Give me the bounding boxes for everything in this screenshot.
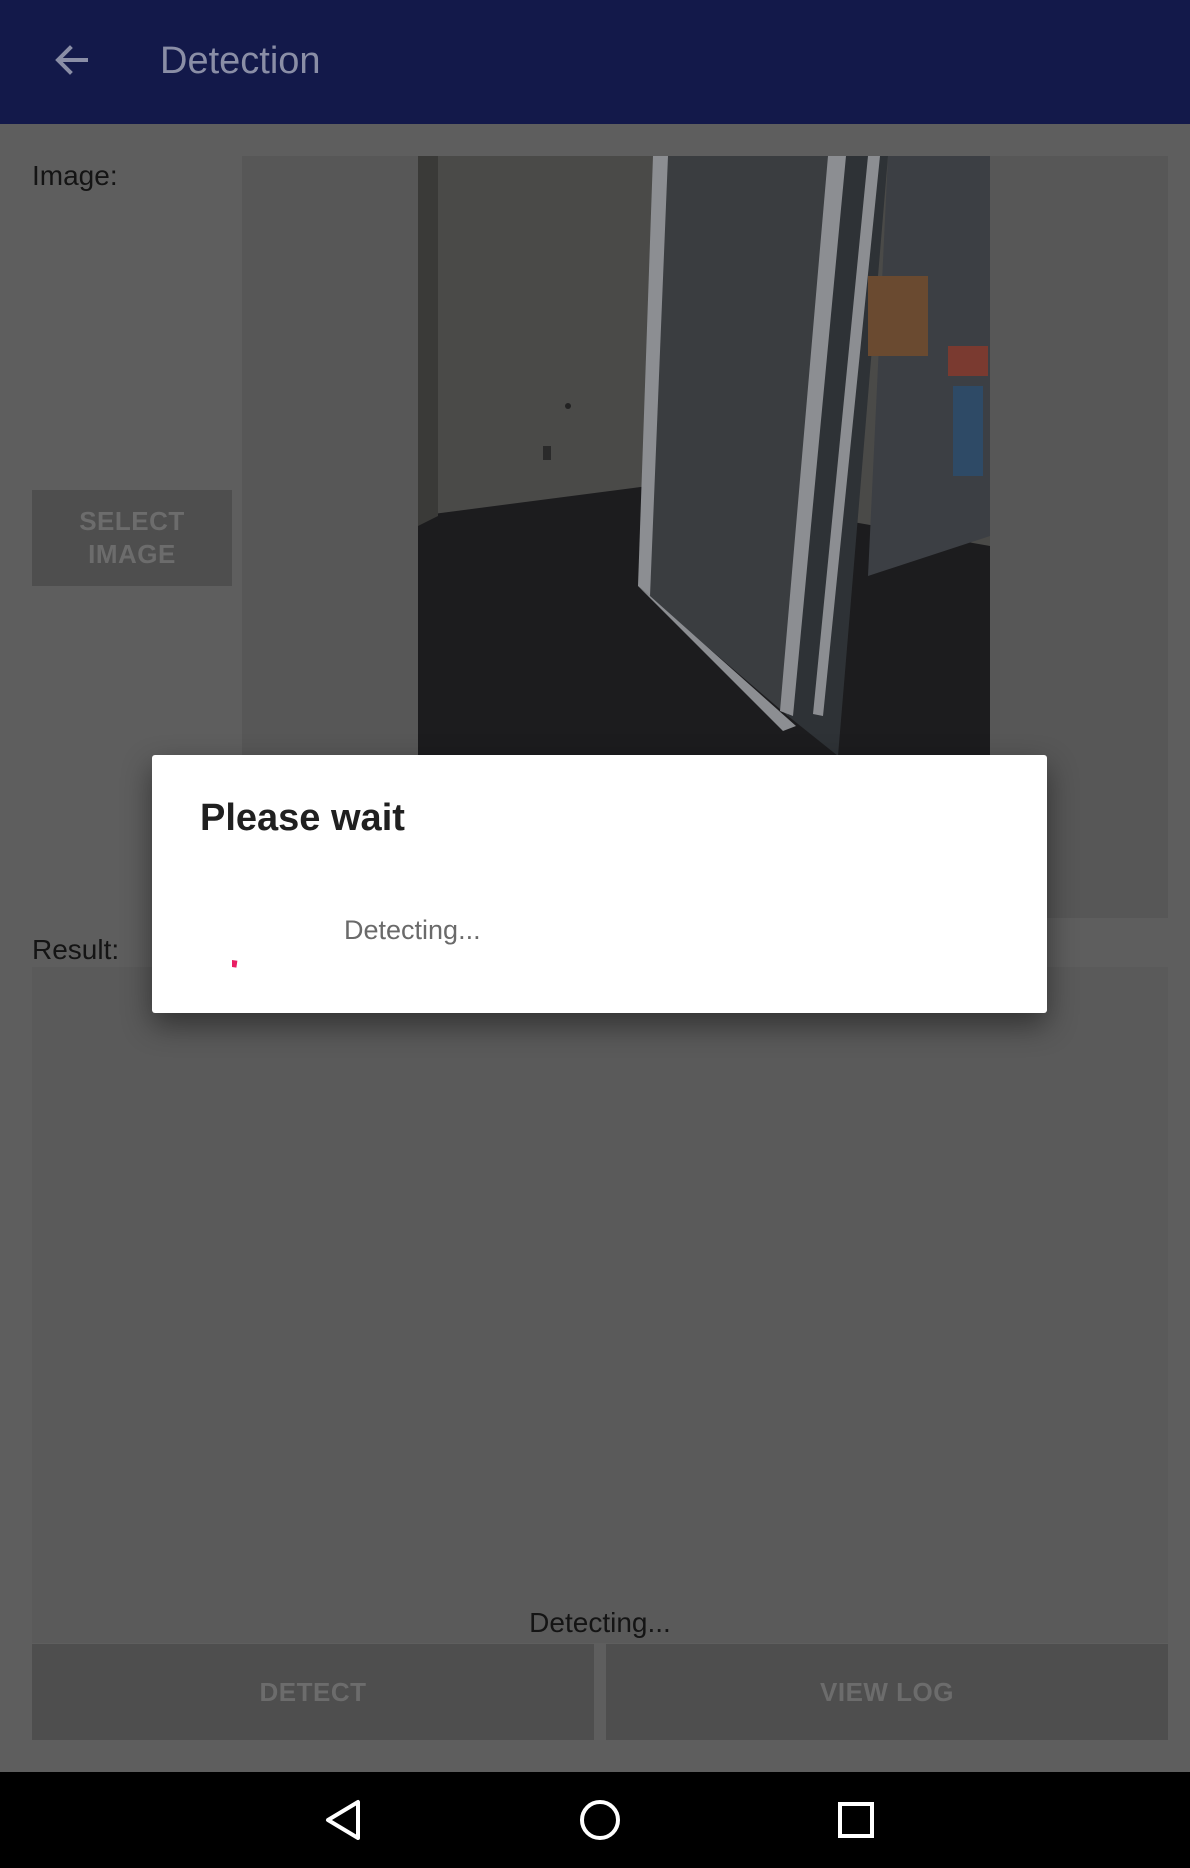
- app-bar: Detection: [0, 0, 1190, 124]
- selected-photo: [418, 156, 990, 756]
- loading-spinner-icon: [232, 959, 238, 968]
- page-title: Detection: [160, 40, 321, 82]
- triangle-back-icon[interactable]: [322, 1798, 366, 1842]
- select-image-line2: IMAGE: [88, 539, 176, 569]
- image-label: Image:: [32, 160, 118, 191]
- result-status-text: Detecting...: [529, 1607, 671, 1638]
- result-label: Result:: [32, 934, 120, 965]
- dialog-message: Detecting...: [344, 915, 481, 945]
- circle-home-icon[interactable]: [578, 1798, 622, 1842]
- select-image-button[interactable]: SELECT IMAGE: [32, 490, 232, 586]
- select-image-line1: SELECT: [79, 506, 185, 536]
- detect-button[interactable]: DETECT: [32, 1644, 594, 1740]
- result-panel: Detecting...: [32, 967, 1168, 1643]
- system-nav-bar: [0, 1772, 1190, 1868]
- arrow-left-icon[interactable]: [52, 40, 92, 80]
- square-recents-icon[interactable]: [834, 1798, 878, 1842]
- view-log-button[interactable]: VIEW LOG: [606, 1644, 1168, 1740]
- dialog-title: Please wait: [200, 797, 405, 839]
- progress-dialog: Please wait Detecting...: [152, 755, 1047, 1013]
